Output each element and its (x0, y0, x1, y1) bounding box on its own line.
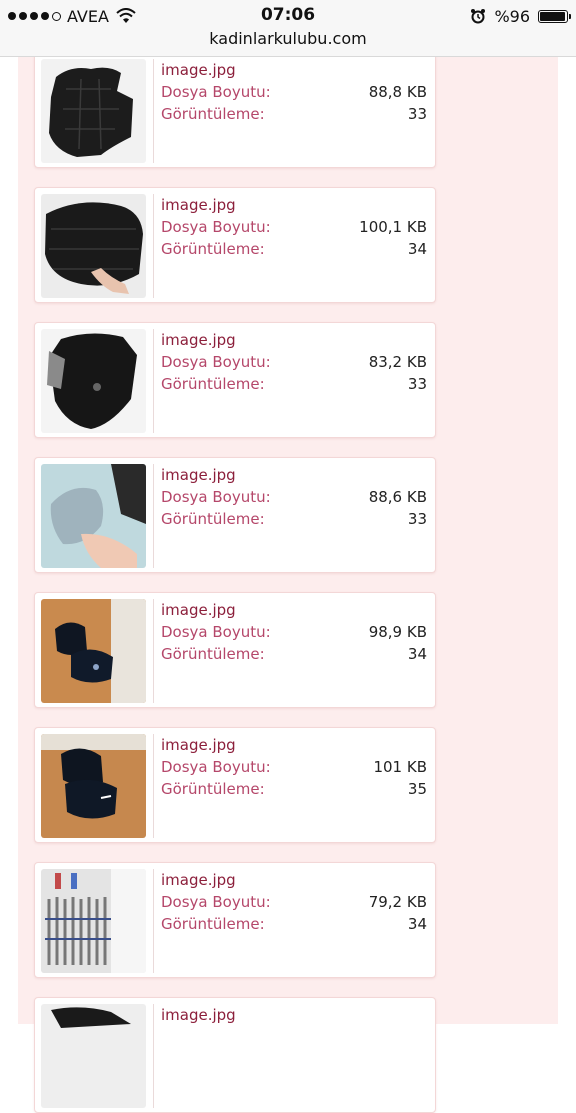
file-size-value: 98,9 KB (368, 623, 427, 641)
thumbnail-image[interactable] (41, 1004, 146, 1108)
thumbnail-image[interactable] (41, 59, 146, 163)
attachment-card[interactable]: image.jpg Dosya Boyutu: 101 KB Görüntüle… (34, 727, 436, 843)
file-size-label: Dosya Boyutu: (161, 218, 271, 236)
card-divider (153, 464, 154, 568)
view-count-value: 34 (407, 915, 427, 933)
file-size-value: 79,2 KB (368, 893, 427, 911)
card-divider (153, 734, 154, 838)
alarm-clock-icon (471, 9, 486, 24)
file-size-label: Dosya Boyutu: (161, 488, 271, 506)
thumbnail-image[interactable] (41, 464, 146, 568)
view-count-value: 33 (407, 375, 427, 393)
file-name[interactable]: image.jpg (161, 736, 236, 754)
thumbnail-image[interactable] (41, 734, 146, 838)
card-divider (153, 599, 154, 703)
file-size-label: Dosya Boyutu: (161, 623, 271, 641)
battery-icon (538, 9, 571, 23)
attachment-card[interactable]: image.jpg Dosya Boyutu: 88,6 KB Görüntül… (34, 457, 436, 573)
view-count-label: Görüntüleme: (161, 375, 265, 393)
thumbnail-image[interactable] (41, 329, 146, 433)
battery-percent: %96 (494, 6, 530, 26)
attachment-card[interactable]: image.jpg Dosya Boyutu: 79,2 KB Görüntül… (34, 862, 436, 978)
file-name[interactable]: image.jpg (161, 61, 236, 79)
view-count-value: 33 (407, 105, 427, 123)
file-name[interactable]: image.jpg (161, 331, 236, 349)
file-size-value: 88,8 KB (368, 83, 427, 101)
file-size-value: 88,6 KB (368, 488, 427, 506)
view-count-value: 33 (407, 510, 427, 528)
view-count-value: 35 (407, 780, 427, 798)
attachment-card[interactable]: image.jpg Dosya Boyutu: 98,9 KB Görüntül… (34, 592, 436, 708)
file-size-label: Dosya Boyutu: (161, 83, 271, 101)
view-count-label: Görüntüleme: (161, 780, 265, 798)
file-size-value: 100,1 KB (359, 218, 427, 236)
file-name[interactable]: image.jpg (161, 196, 236, 214)
thumbnail-image[interactable] (41, 599, 146, 703)
thumbnail-image[interactable] (41, 869, 146, 973)
status-bar: AVEA 07:06 kadinlarkulubu.com %96 (0, 0, 576, 57)
card-divider (153, 194, 154, 298)
file-name[interactable]: image.jpg (161, 601, 236, 619)
view-count-label: Görüntüleme: (161, 645, 265, 663)
attachment-card[interactable]: image.jpg Dosya Boyutu: 88,8 KB Görüntül… (34, 52, 436, 168)
file-size-label: Dosya Boyutu: (161, 893, 271, 911)
file-size-label: Dosya Boyutu: (161, 353, 271, 371)
file-name[interactable]: image.jpg (161, 466, 236, 484)
address-bar[interactable]: kadinlarkulubu.com (0, 29, 576, 48)
file-size-label: Dosya Boyutu: (161, 758, 271, 776)
file-name[interactable]: image.jpg (161, 1006, 236, 1024)
attachment-card[interactable]: image.jpg Dosya Boyutu: 100,1 KB Görüntü… (34, 187, 436, 303)
file-size-value: 83,2 KB (368, 353, 427, 371)
view-count-value: 34 (407, 645, 427, 663)
view-count-label: Görüntüleme: (161, 915, 265, 933)
card-divider (153, 869, 154, 973)
view-count-label: Görüntüleme: (161, 105, 265, 123)
file-size-value: 101 KB (373, 758, 427, 776)
view-count-label: Görüntüleme: (161, 240, 265, 258)
attachment-card[interactable]: image.jpg (34, 997, 436, 1113)
view-count-value: 34 (407, 240, 427, 258)
attachment-list: image.jpg Dosya Boyutu: 88,8 KB Görüntül… (18, 52, 558, 1113)
card-divider (153, 1004, 154, 1108)
file-name[interactable]: image.jpg (161, 871, 236, 889)
card-divider (153, 329, 154, 433)
battery-area: %96 (470, 6, 571, 26)
view-count-label: Görüntüleme: (161, 510, 265, 528)
thumbnail-image[interactable] (41, 194, 146, 298)
card-divider (153, 59, 154, 163)
attachment-card[interactable]: image.jpg Dosya Boyutu: 83,2 KB Görüntül… (34, 322, 436, 438)
